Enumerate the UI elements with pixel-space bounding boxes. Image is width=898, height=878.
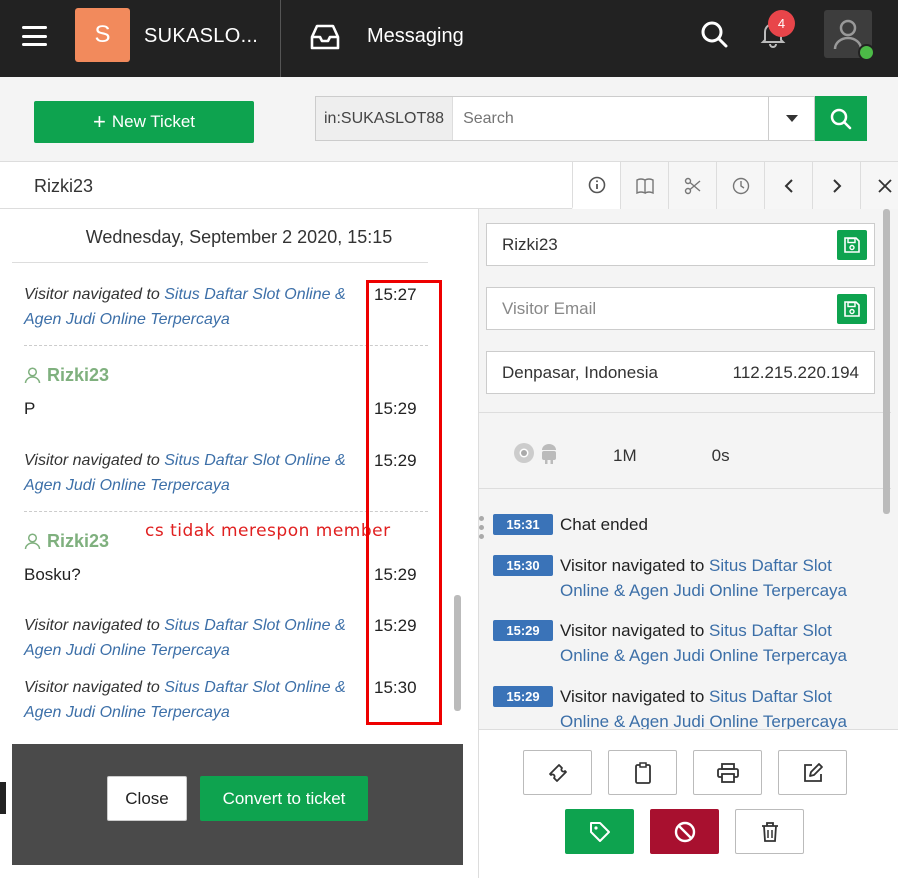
date-header: Wednesday, September 2 2020, 15:15 — [85, 227, 393, 247]
close-icon[interactable] — [860, 162, 898, 209]
search-icon[interactable] — [700, 20, 728, 53]
drag-handle-icon[interactable] — [479, 516, 484, 539]
top-bar: S SUKASLO... Messaging 4 — [0, 0, 898, 77]
print-icon — [716, 762, 739, 783]
app-title: Messaging — [367, 25, 464, 47]
inbox-icon — [308, 22, 342, 57]
divider — [280, 0, 281, 77]
plus-icon: + — [93, 109, 106, 134]
nav-prefix: Visitor navigated to — [24, 286, 165, 303]
nav-prefix: Visitor navigated to — [24, 617, 165, 634]
ticket-icon — [548, 763, 567, 782]
brand-logo[interactable]: S — [75, 8, 130, 62]
close-button[interactable]: Close — [107, 776, 187, 821]
action-bar — [479, 729, 898, 878]
conversation-header: Rizki23 — [0, 162, 898, 209]
annotation-highlight-box — [366, 280, 442, 725]
user-name: Rizki23 — [24, 531, 109, 552]
nav-prefix: Visitor navigated to — [24, 679, 165, 696]
navigation-message: Visitor navigated to Situs Daftar Slot O… — [24, 282, 354, 332]
search-input[interactable] — [453, 97, 768, 140]
info-icon[interactable] — [572, 162, 620, 209]
divider — [479, 488, 891, 489]
menu-icon[interactable] — [22, 26, 47, 46]
scrollbar[interactable] — [883, 209, 890, 514]
navigation-message: Visitor navigated to Situs Daftar Slot O… — [24, 613, 354, 663]
panel-edge — [0, 782, 6, 814]
convert-to-ticket-button[interactable]: Convert to ticket — [200, 776, 368, 821]
chevron-right-icon[interactable] — [812, 162, 860, 209]
chat-transcript[interactable]: Wednesday, September 2 2020, 15:15 Visit… — [0, 209, 478, 734]
clock-icon[interactable] — [716, 162, 764, 209]
notification-badge: 4 — [768, 10, 795, 37]
tag-button[interactable] — [565, 809, 634, 854]
chevron-down-icon[interactable] — [768, 97, 814, 140]
conversation-title: Rizki23 — [34, 176, 94, 196]
visitor-location: Denpasar, Indonesia — [502, 362, 658, 382]
edit-icon — [803, 762, 823, 782]
new-ticket-button[interactable]: + New Ticket — [34, 101, 254, 143]
visitor-email-field[interactable]: Visitor Email — [486, 287, 875, 330]
idle-time: 0s — [711, 445, 730, 465]
visitor-info-panel: Rizki23 Visitor Email Denpasar, Indonesi… — [479, 209, 898, 878]
new-ticket-label: New Ticket — [111, 112, 195, 131]
event-item: 15:29 Visitor navigated to Situs Daftar … — [493, 618, 873, 668]
clipboard-button[interactable] — [608, 750, 677, 795]
visitor-ip: 112.215.220.194 — [732, 362, 859, 382]
save-icon[interactable] — [837, 230, 867, 260]
toolbar: + New Ticket in:SUKASLOT88 — [0, 77, 898, 162]
user-icon — [24, 533, 41, 550]
navigation-message: Visitor navigated to Situs Daftar Slot O… — [24, 675, 354, 725]
tag-icon — [589, 821, 610, 842]
visitor-stats: 1M 0s — [479, 423, 891, 488]
print-button[interactable] — [693, 750, 762, 795]
book-icon[interactable] — [620, 162, 668, 209]
user-icon — [24, 367, 41, 384]
edit-button[interactable] — [778, 750, 847, 795]
trash-icon — [761, 821, 778, 842]
event-time: 15:30 — [493, 555, 553, 576]
brand-name[interactable]: SUKASLO... — [144, 25, 258, 48]
divider — [12, 262, 428, 263]
android-icon — [539, 442, 559, 469]
side-panel-tabs — [572, 162, 898, 209]
visitor-name-field[interactable]: Rizki23 — [486, 223, 875, 266]
save-icon[interactable] — [837, 294, 867, 324]
chrome-icon — [513, 442, 535, 469]
message-text: Bosku? — [24, 565, 81, 584]
event-time: 15:29 — [493, 686, 553, 707]
chevron-left-icon[interactable] — [764, 162, 812, 209]
event-time: 15:29 — [493, 620, 553, 641]
scrollbar[interactable] — [454, 595, 461, 711]
divider — [479, 412, 891, 413]
scissors-icon[interactable] — [668, 162, 716, 209]
clipboard-icon — [634, 761, 651, 784]
chat-footer: Close Convert to ticket — [12, 744, 463, 865]
event-time: 15:31 — [493, 514, 553, 535]
search-scope[interactable]: in:SUKASLOT88 — [316, 97, 454, 140]
nav-prefix: Visitor navigated to — [24, 452, 165, 469]
visitor-location-row: Denpasar, Indonesia 112.215.220.194 — [486, 351, 875, 394]
block-button[interactable] — [650, 809, 719, 854]
event-item: 15:29 Visitor navigated to Situs Daftar … — [493, 684, 873, 729]
annotation-text: cs tidak merespon member — [145, 521, 391, 541]
online-status-icon — [858, 44, 875, 61]
visit-duration: 1M — [613, 445, 637, 465]
ban-icon — [674, 821, 695, 842]
event-item: 15:30 Visitor navigated to Situs Daftar … — [493, 553, 873, 603]
search-button[interactable] — [815, 96, 867, 141]
ticket-button[interactable] — [523, 750, 592, 795]
user-name: Rizki23 — [24, 365, 109, 386]
search-box: in:SUKASLOT88 — [315, 96, 815, 141]
message-text: P — [24, 399, 36, 418]
delete-button[interactable] — [735, 809, 804, 854]
navigation-message: Visitor navigated to Situs Daftar Slot O… — [24, 448, 354, 498]
event-item: 15:31 Chat ended — [493, 512, 873, 537]
